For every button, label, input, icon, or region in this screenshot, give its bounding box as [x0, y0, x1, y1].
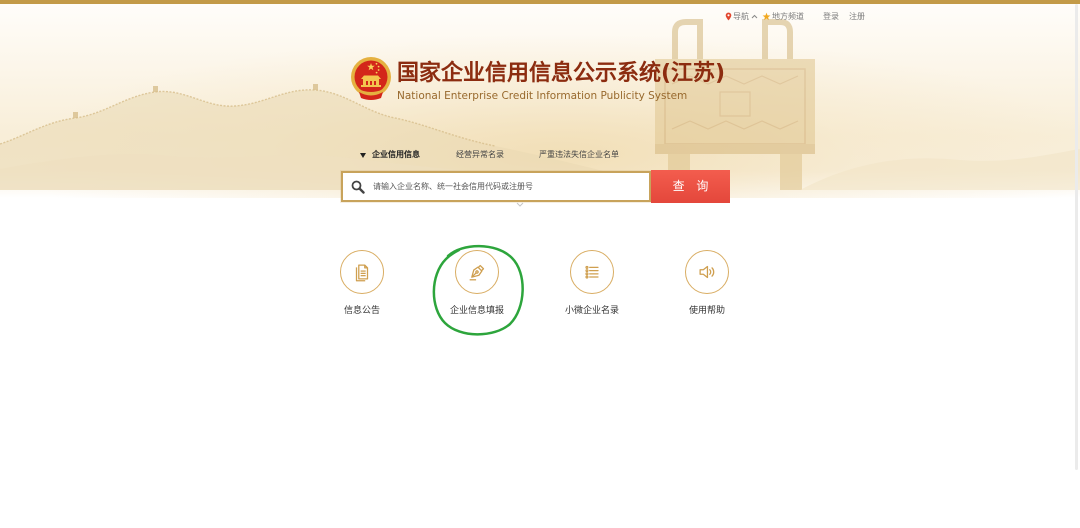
search-input[interactable] [373, 173, 643, 200]
chevron-down-icon[interactable] [516, 202, 524, 207]
national-emblem-icon [351, 57, 391, 100]
site-title: 国家企业信用信息公示系统(江苏) [397, 61, 726, 86]
quick-link-label[interactable]: 企业信息填报 [437, 305, 517, 317]
quick-link-enterprise-info-filing[interactable]: 企业信息填报 [437, 250, 517, 320]
right-hills-illustration [800, 149, 1080, 190]
tab-abnormal-operation-list[interactable]: 经营异常名录 [456, 150, 504, 160]
quick-link-circle[interactable] [570, 250, 614, 294]
tab-enterprise-credit-info[interactable]: 企业信用信息 [372, 150, 420, 160]
register-link[interactable]: 注册 [849, 12, 865, 22]
quick-link-circle[interactable] [455, 250, 499, 294]
quick-link-label[interactable]: 信息公告 [322, 305, 402, 317]
document-icon [355, 264, 369, 282]
quick-link-label[interactable]: 使用帮助 [667, 305, 747, 317]
location-pin-icon[interactable] [725, 12, 732, 21]
quick-link-announcements[interactable]: 信息公告 [322, 250, 402, 320]
quick-link-small-micro-enterprise-list[interactable]: 小微企业名录 [552, 250, 632, 320]
quick-link-circle[interactable] [685, 250, 729, 294]
bronze-ding-illustration [655, 19, 815, 190]
star-icon [762, 12, 771, 21]
search-box [341, 171, 651, 202]
scrollbar[interactable] [1075, 4, 1078, 470]
pen-nib-icon [469, 264, 485, 281]
site-subtitle: National Enterprise Credit Information P… [397, 90, 688, 102]
nav-link-local-channel[interactable]: 地方频道 [772, 12, 804, 22]
tab-serious-violation-list[interactable]: 严重违法失信企业名单 [539, 150, 619, 160]
login-link[interactable]: 登录 [823, 12, 839, 22]
active-tab-triangle-icon [360, 153, 366, 158]
caret-up-icon[interactable] [751, 14, 758, 19]
speaker-icon [699, 265, 715, 279]
nav-link-navigation[interactable]: 导航 [733, 12, 749, 22]
quick-link-circle[interactable] [340, 250, 384, 294]
quick-link-label[interactable]: 小微企业名录 [552, 305, 632, 317]
search-icon [351, 180, 365, 194]
quick-link-help[interactable]: 使用帮助 [667, 250, 747, 320]
search-button[interactable]: 查 询 [651, 170, 730, 203]
list-icon [585, 265, 599, 279]
